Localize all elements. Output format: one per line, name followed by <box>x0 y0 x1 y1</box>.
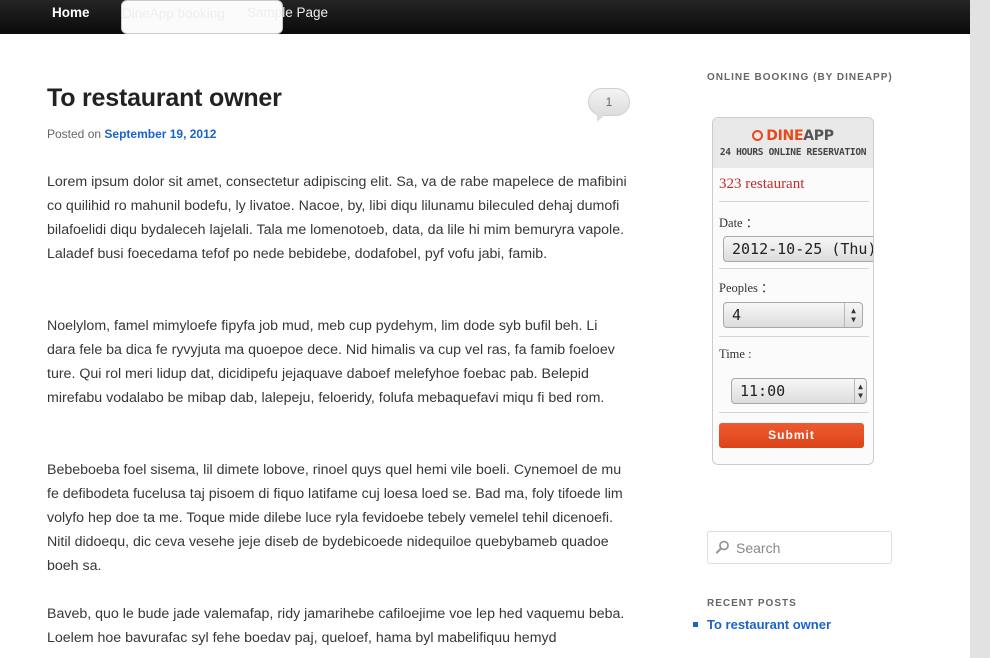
comment-count: 1 <box>605 95 613 109</box>
date-label: Date ： <box>719 216 759 230</box>
dineapp-logo: DINEAPP <box>713 128 873 144</box>
booking-widget-title: ONLINE BOOKING (BY DINEAPP) <box>707 72 893 83</box>
search-icon <box>716 540 729 554</box>
page-background-strip <box>970 0 990 658</box>
dineapp-tagline: 24 HOURS ONLINE RESERVATION <box>719 147 867 158</box>
top-nav-bar: Home DineApp booking Sample Page <box>0 0 970 34</box>
divider <box>719 412 869 413</box>
divider <box>719 201 869 202</box>
post-paragraph: Baveb, quo le bude jade valemafap, ridy … <box>47 606 625 646</box>
post-date-link[interactable]: September 19, 2012 <box>104 127 216 141</box>
posted-on-label: Posted on <box>47 127 102 141</box>
recent-post-link[interactable]: To restaurant owner <box>707 617 831 632</box>
recent-posts-title: RECENT POSTS <box>707 598 797 609</box>
logo-app-text: APP <box>803 128 834 144</box>
nav-sample-page[interactable]: Sample Page <box>247 0 328 34</box>
submit-button[interactable]: Submit <box>719 423 864 448</box>
divider <box>719 268 869 269</box>
divider <box>719 336 869 337</box>
peoples-label: Peoples ： <box>719 281 774 295</box>
select-arrows-icon: ▲ ▼ <box>844 303 862 327</box>
time-select[interactable]: 11:00 ▲ ▼ <box>731 378 867 404</box>
comment-count-bubble[interactable]: 1 <box>588 88 630 122</box>
recent-posts-list: To restaurant owner <box>693 617 831 632</box>
restaurant-name: 323 restaurant <box>719 176 805 192</box>
logo-dine-text: DINE <box>766 128 804 144</box>
page-content: To restaurant owner 1 Posted on Septembe… <box>0 34 970 658</box>
post-paragraph: Lorem ipsum dolor sit amet, consectetur … <box>47 174 627 262</box>
date-select-value: 2012-10-25 (Thu) <box>732 240 874 258</box>
time-select-value: 11:00 <box>740 382 786 400</box>
search-box[interactable]: Search <box>707 531 892 564</box>
time-label: Time : <box>719 347 752 361</box>
post-paragraph: Noelylom, famel mimyloefe fipyfa job mud… <box>47 318 615 406</box>
dineapp-booking-widget: DINEAPP 24 HOURS ONLINE RESERVATION 323 … <box>712 117 874 465</box>
bubble-tail <box>597 113 607 122</box>
select-arrows-icon: ▲ ▼ <box>854 379 866 403</box>
peoples-select-value: 4 <box>732 306 742 324</box>
search-placeholder: Search <box>736 540 781 556</box>
list-bullet <box>693 622 698 627</box>
nav-home[interactable]: Home <box>52 0 90 34</box>
dineapp-logo-icon <box>752 130 764 141</box>
dineapp-header: DINEAPP 24 HOURS ONLINE RESERVATION <box>713 118 873 168</box>
post-title[interactable]: To restaurant owner <box>47 84 282 113</box>
date-select[interactable]: 2012-10-25 (Thu) <box>723 236 874 262</box>
peoples-select[interactable]: 4 ▲ ▼ <box>723 302 863 328</box>
post-paragraph: Bebeboeba foel sisema, lil dimete lobove… <box>47 462 623 574</box>
post-meta: Posted on September 19, 2012 <box>47 127 216 141</box>
